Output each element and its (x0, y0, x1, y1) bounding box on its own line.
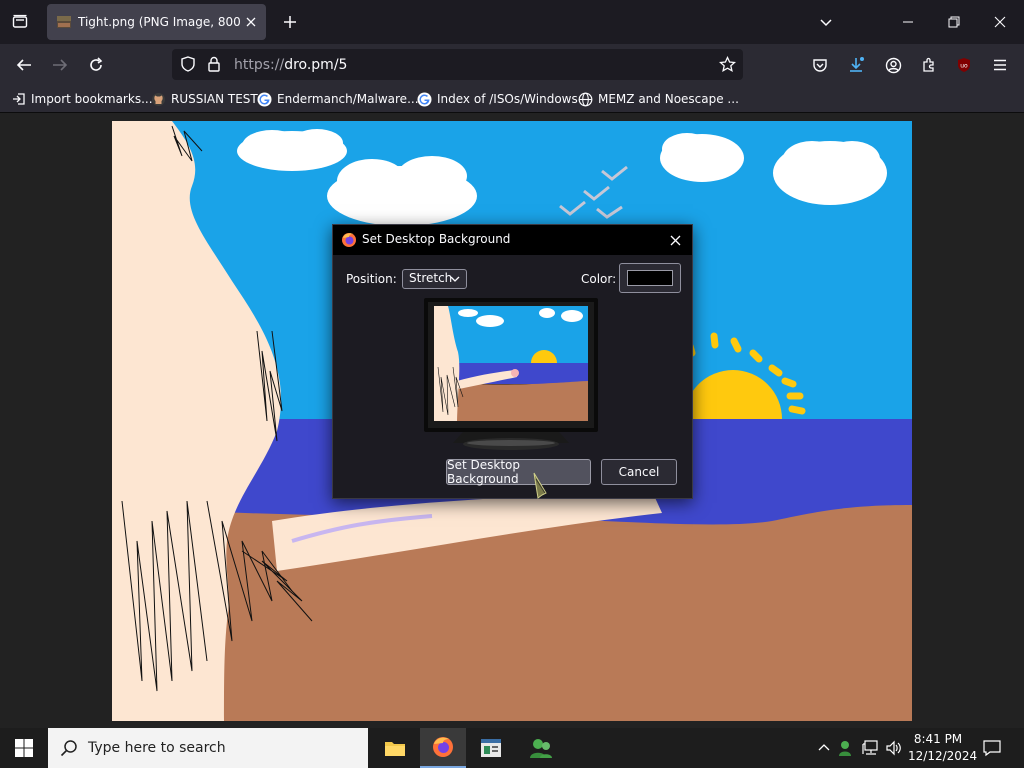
url-text[interactable]: https://dro.pm/5 (234, 57, 347, 73)
users-icon (530, 739, 552, 758)
windows-logo-icon (15, 739, 33, 757)
new-tab-button[interactable] (280, 12, 300, 32)
taskbar-search-box[interactable]: Type here to search (48, 728, 368, 768)
taskbar-clock[interactable]: 8:41 PM 12/12/2024 (908, 731, 978, 765)
import-icon (13, 93, 25, 105)
bookmarks-toolbar: Import bookmarks... RUSSIAN TEST Enderma… (0, 86, 1024, 113)
puzzle-icon (923, 57, 934, 72)
taskbar-users-app[interactable] (518, 728, 564, 768)
color-picker-button[interactable] (619, 263, 681, 293)
ublock-origin-icon: uo (958, 58, 970, 72)
monitor-preview (424, 298, 598, 450)
tab-bar: Tight.png (PNG Image, 800 × 600 pixels) (0, 0, 1024, 44)
taskbar-app-window[interactable] (468, 728, 514, 768)
globe-icon (578, 92, 593, 106)
position-label: Position: (346, 272, 397, 286)
chevron-down-icon (450, 276, 460, 282)
tab-list-button[interactable] (8, 10, 32, 34)
firefox-icon (433, 737, 453, 757)
clock-time: 8:41 PM (913, 732, 963, 746)
show-hidden-icons-button[interactable] (814, 738, 834, 758)
hamburger-menu-icon (994, 59, 1006, 71)
lock-icon[interactable] (207, 56, 221, 72)
notification-icon (983, 740, 1001, 757)
restore-icon (948, 16, 960, 28)
tab-list-icon (12, 14, 28, 28)
pocket-icon (813, 59, 827, 72)
image-file-icon (57, 16, 71, 28)
users-icon (839, 741, 851, 756)
account-icon (885, 57, 901, 73)
forward-button[interactable] (50, 55, 70, 75)
tray-users-icon-button[interactable] (837, 738, 857, 758)
preview-image (434, 306, 588, 421)
reload-icon (90, 57, 103, 71)
drawing-cursor-icon (533, 472, 547, 499)
close-icon (994, 16, 1006, 28)
github-icon (152, 92, 165, 106)
window-close-button[interactable] (990, 12, 1010, 32)
account-button[interactable] (883, 55, 903, 75)
plus-icon (284, 16, 296, 28)
tab-title: Tight.png (PNG Image, 800 × 600 pixels) (78, 15, 246, 29)
google-icon (417, 92, 432, 106)
shield-icon[interactable] (180, 56, 196, 72)
position-select[interactable]: Stretch (402, 269, 467, 289)
svg-text:uo: uo (960, 63, 968, 70)
arrow-left-icon (16, 59, 31, 71)
extensions-button[interactable] (919, 55, 939, 75)
pocket-button[interactable] (810, 55, 830, 75)
sand (112, 505, 912, 721)
app-window-icon (481, 739, 501, 757)
speaker-icon (886, 740, 901, 756)
back-button[interactable] (14, 55, 34, 75)
taskbar-file-explorer[interactable] (372, 728, 418, 768)
search-placeholder: Type here to search (88, 740, 226, 756)
google-icon (257, 92, 272, 106)
dialog-title: Set Desktop Background (362, 232, 511, 246)
volume-button[interactable] (884, 738, 904, 758)
minimize-icon (903, 21, 913, 23)
download-icon (850, 57, 864, 72)
set-desktop-background-dialog: Set Desktop Background Position: Stretch… (332, 224, 693, 499)
firefox-icon (342, 233, 356, 247)
reload-button[interactable] (86, 55, 106, 75)
list-all-tabs-button[interactable] (816, 12, 836, 32)
tab-active[interactable]: Tight.png (PNG Image, 800 × 600 pixels) (47, 4, 266, 40)
network-button[interactable] (861, 738, 881, 758)
windows-taskbar: Type here to search 8:41 PM 12/12/2024 (0, 728, 1024, 768)
color-swatch (627, 270, 673, 286)
chevron-down-icon (820, 19, 832, 27)
bookmark-russian-test[interactable]: RUSSIAN TEST (151, 90, 258, 108)
tab-close-button[interactable] (243, 14, 259, 30)
minimize-button[interactable] (898, 12, 918, 32)
dialog-title-bar[interactable]: Set Desktop Background (333, 225, 692, 255)
downloads-button[interactable] (846, 55, 866, 75)
ublock-button[interactable]: uo (954, 55, 974, 75)
cancel-button[interactable]: Cancel (601, 459, 677, 485)
bookmark-endermanch[interactable]: Endermanch/Malware... (257, 90, 419, 108)
network-icon (862, 740, 878, 755)
taskbar-firefox[interactable] (420, 728, 466, 768)
star-icon[interactable] (719, 56, 736, 73)
notifications-button[interactable] (982, 738, 1002, 758)
app-menu-button[interactable] (990, 55, 1010, 75)
start-button[interactable] (0, 728, 48, 768)
color-label: Color: (581, 272, 617, 286)
navigation-toolbar: https://dro.pm/5 uo (0, 44, 1024, 86)
close-icon (246, 17, 256, 27)
search-icon (60, 740, 77, 757)
arrow-right-icon (53, 59, 68, 71)
chevron-up-icon (818, 744, 830, 751)
bookmark-memz[interactable]: MEMZ and Noescape ... (578, 90, 739, 108)
restore-button[interactable] (944, 12, 964, 32)
folder-icon (385, 742, 405, 756)
bookmark-import[interactable]: Import bookmarks... (12, 90, 153, 108)
dialog-close-button[interactable] (666, 231, 684, 249)
close-icon (670, 235, 680, 245)
clock-date: 12/12/2024 (908, 749, 978, 763)
set-desktop-background-button[interactable]: Set Desktop Background (446, 458, 591, 486)
url-bar[interactable]: https://dro.pm/5 (172, 49, 743, 80)
bookmark-isos[interactable]: Index of /ISOs/Windows (417, 90, 578, 108)
